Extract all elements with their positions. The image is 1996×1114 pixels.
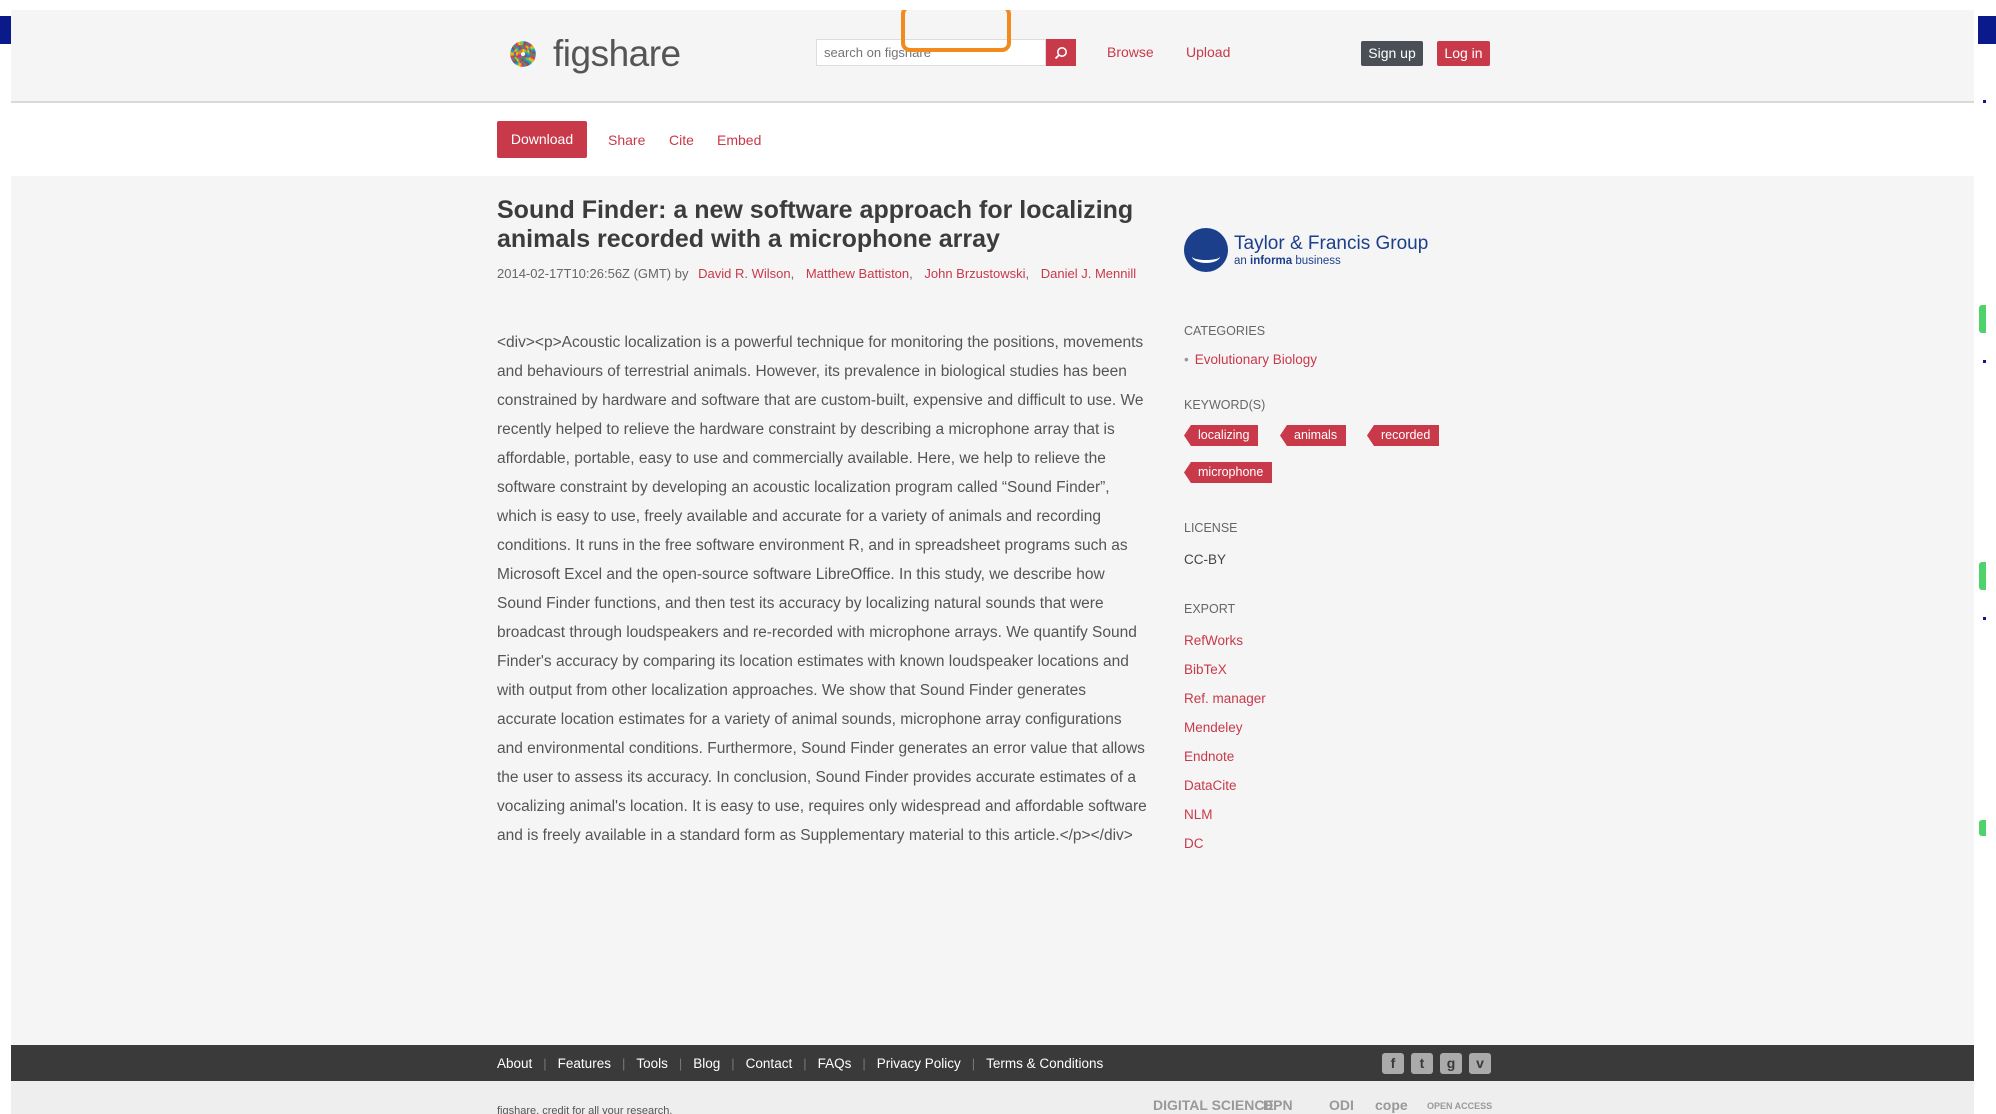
google-plus-icon[interactable]: g — [1440, 1053, 1462, 1074]
keyword-tag[interactable]: recorded — [1367, 425, 1440, 446]
article-action-bar: Download Share Cite Embed — [11, 103, 1974, 176]
nav-browse-link[interactable]: Browse — [1107, 44, 1154, 60]
focus-highlight — [901, 10, 1011, 52]
author-link[interactable]: David R. Wilson — [698, 266, 790, 281]
publisher-emblem-icon — [1184, 228, 1228, 272]
keyword-tag[interactable]: animals — [1280, 425, 1347, 446]
author-link[interactable]: Daniel J. Mennill — [1041, 266, 1136, 281]
browser-viewport: figshare Browse Upload Sign up Log in Do… — [11, 10, 1974, 1114]
export-heading: EXPORT — [1184, 602, 1236, 616]
categories-heading: CATEGORIES — [1184, 324, 1266, 338]
footer-tools-link[interactable]: Tools — [636, 1056, 668, 1071]
export-nlm-link[interactable]: NLM — [1184, 807, 1213, 822]
publisher-logo[interactable]: Taylor & Francis Group an informa busine… — [1184, 228, 1484, 272]
publisher-name: Taylor & Francis Group — [1234, 233, 1429, 254]
footer-about-link[interactable]: About — [497, 1056, 532, 1071]
vimeo-icon[interactable]: v — [1469, 1053, 1491, 1074]
scroll-mark — [1983, 617, 1986, 620]
article-sidebar: Taylor & Francis Group an informa busine… — [1184, 228, 1484, 851]
export-refmanager-link[interactable]: Ref. manager — [1184, 691, 1266, 706]
odi-logo[interactable]: ODI — [1329, 1097, 1354, 1113]
license-value: CC-BY — [1184, 552, 1227, 567]
download-button[interactable]: Download — [497, 121, 587, 158]
edge-indicator — [1979, 820, 1986, 836]
search-button[interactable] — [1046, 39, 1076, 66]
article-byline: 2014-02-17T10:26:56Z (GMT) by David R. W… — [497, 266, 1137, 281]
edge-indicator — [1979, 562, 1986, 590]
category-link[interactable]: • Evolutionary Biology — [1184, 352, 1317, 367]
dpn-logo[interactable]: DPN — [1263, 1097, 1293, 1113]
scroll-mark — [1983, 100, 1986, 103]
figshare-logo-icon — [510, 41, 536, 67]
right-edge-marker — [1978, 16, 1996, 44]
footer-blog-link[interactable]: Blog — [693, 1056, 720, 1071]
login-button[interactable]: Log in — [1437, 41, 1490, 66]
embed-link[interactable]: Embed — [717, 132, 761, 148]
keyword-tag[interactable]: localizing — [1184, 425, 1259, 446]
scroll-mark — [1983, 360, 1986, 363]
nav-upload-link[interactable]: Upload — [1186, 44, 1230, 60]
footer-privacy-link[interactable]: Privacy Policy — [877, 1056, 961, 1071]
author-link[interactable]: Matthew Battiston — [806, 266, 909, 281]
footer-faqs-link[interactable]: FAQs — [818, 1056, 852, 1071]
site-footer: About | Features | Tools | Blog | Contact | F… — [11, 1045, 1974, 1081]
publish-date: 2014-02-17T10:26:56Z (GMT) by — [497, 266, 689, 281]
figshare-logo[interactable]: figshare — [497, 28, 681, 80]
search-icon — [1054, 46, 1067, 59]
cope-logo[interactable]: cope — [1375, 1097, 1408, 1113]
sub-footer: figshare. credit for all your research. … — [11, 1081, 1974, 1114]
article-abstract: <div><p>Acoustic localization is a power… — [497, 334, 1147, 844]
footer-features-link[interactable]: Features — [558, 1056, 611, 1071]
export-mendeley-link[interactable]: Mendeley — [1184, 720, 1243, 735]
share-link[interactable]: Share — [608, 132, 645, 148]
site-header: figshare Browse Upload Sign up Log in — [11, 10, 1974, 104]
publisher-subtitle: an informa business — [1234, 255, 1341, 267]
footer-terms-link[interactable]: Terms & Conditions — [986, 1056, 1103, 1071]
export-datacite-link[interactable]: DataCite — [1184, 778, 1237, 793]
author-link[interactable]: John Brzustowski — [924, 266, 1025, 281]
digital-science-logo[interactable]: DIGITAL SCIENCE — [1153, 1097, 1274, 1113]
twitter-icon[interactable]: t — [1411, 1053, 1433, 1074]
cite-link[interactable]: Cite — [669, 132, 694, 148]
article-title: Sound Finder: a new software approach fo… — [497, 196, 1134, 253]
edge-indicator — [1979, 305, 1986, 333]
keyword-tag[interactable]: microphone — [1184, 462, 1273, 483]
footer-contact-link[interactable]: Contact — [746, 1056, 793, 1071]
keywords-heading: KEYWORD(S) — [1184, 398, 1266, 412]
export-refworks-link[interactable]: RefWorks — [1184, 633, 1243, 648]
export-endnote-link[interactable]: Endnote — [1184, 749, 1234, 764]
footer-nav: About | Features | Tools | Blog | Contact | F… — [497, 1055, 1104, 1071]
logo-wordmark: figshare — [553, 33, 681, 74]
export-dc-link[interactable]: DC — [1184, 836, 1204, 851]
open-access-logo[interactable]: OPEN ACCESS — [1427, 1101, 1492, 1111]
facebook-icon[interactable]: f — [1382, 1053, 1404, 1074]
export-bibtex-link[interactable]: BibTeX — [1184, 662, 1227, 677]
license-heading: LICENSE — [1184, 521, 1238, 535]
signup-button[interactable]: Sign up — [1361, 41, 1423, 66]
left-edge-marker — [0, 16, 11, 44]
footer-tagline: figshare. credit for all your research. — [497, 1105, 673, 1114]
